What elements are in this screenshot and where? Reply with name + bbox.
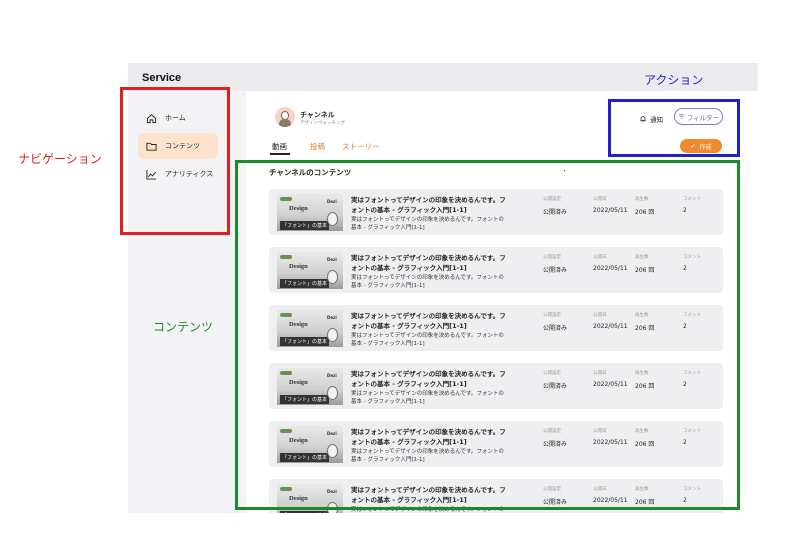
tab-underline bbox=[270, 153, 290, 155]
tab-posts[interactable]: 投稿 bbox=[310, 141, 325, 152]
tab-stories[interactable]: ストーリー bbox=[342, 141, 380, 152]
content-annotation-label: コンテンツ bbox=[153, 320, 214, 334]
action-annotation-label: アクション bbox=[644, 73, 704, 87]
thumbnail-kiso-text: 「フォント」の基本 bbox=[280, 511, 330, 513]
action-highlight bbox=[608, 99, 740, 157]
brand-logo: Service bbox=[142, 72, 182, 84]
navigation-highlight bbox=[120, 87, 230, 235]
channel-avatar[interactable] bbox=[275, 107, 295, 127]
channel-name: チャンネル bbox=[300, 111, 335, 119]
navigation-annotation-label: ナビゲーション bbox=[18, 152, 102, 166]
content-highlight bbox=[235, 160, 740, 510]
channel-subtitle: デザインウォッチング bbox=[300, 121, 345, 126]
tab-videos[interactable]: 動画 bbox=[272, 141, 287, 152]
